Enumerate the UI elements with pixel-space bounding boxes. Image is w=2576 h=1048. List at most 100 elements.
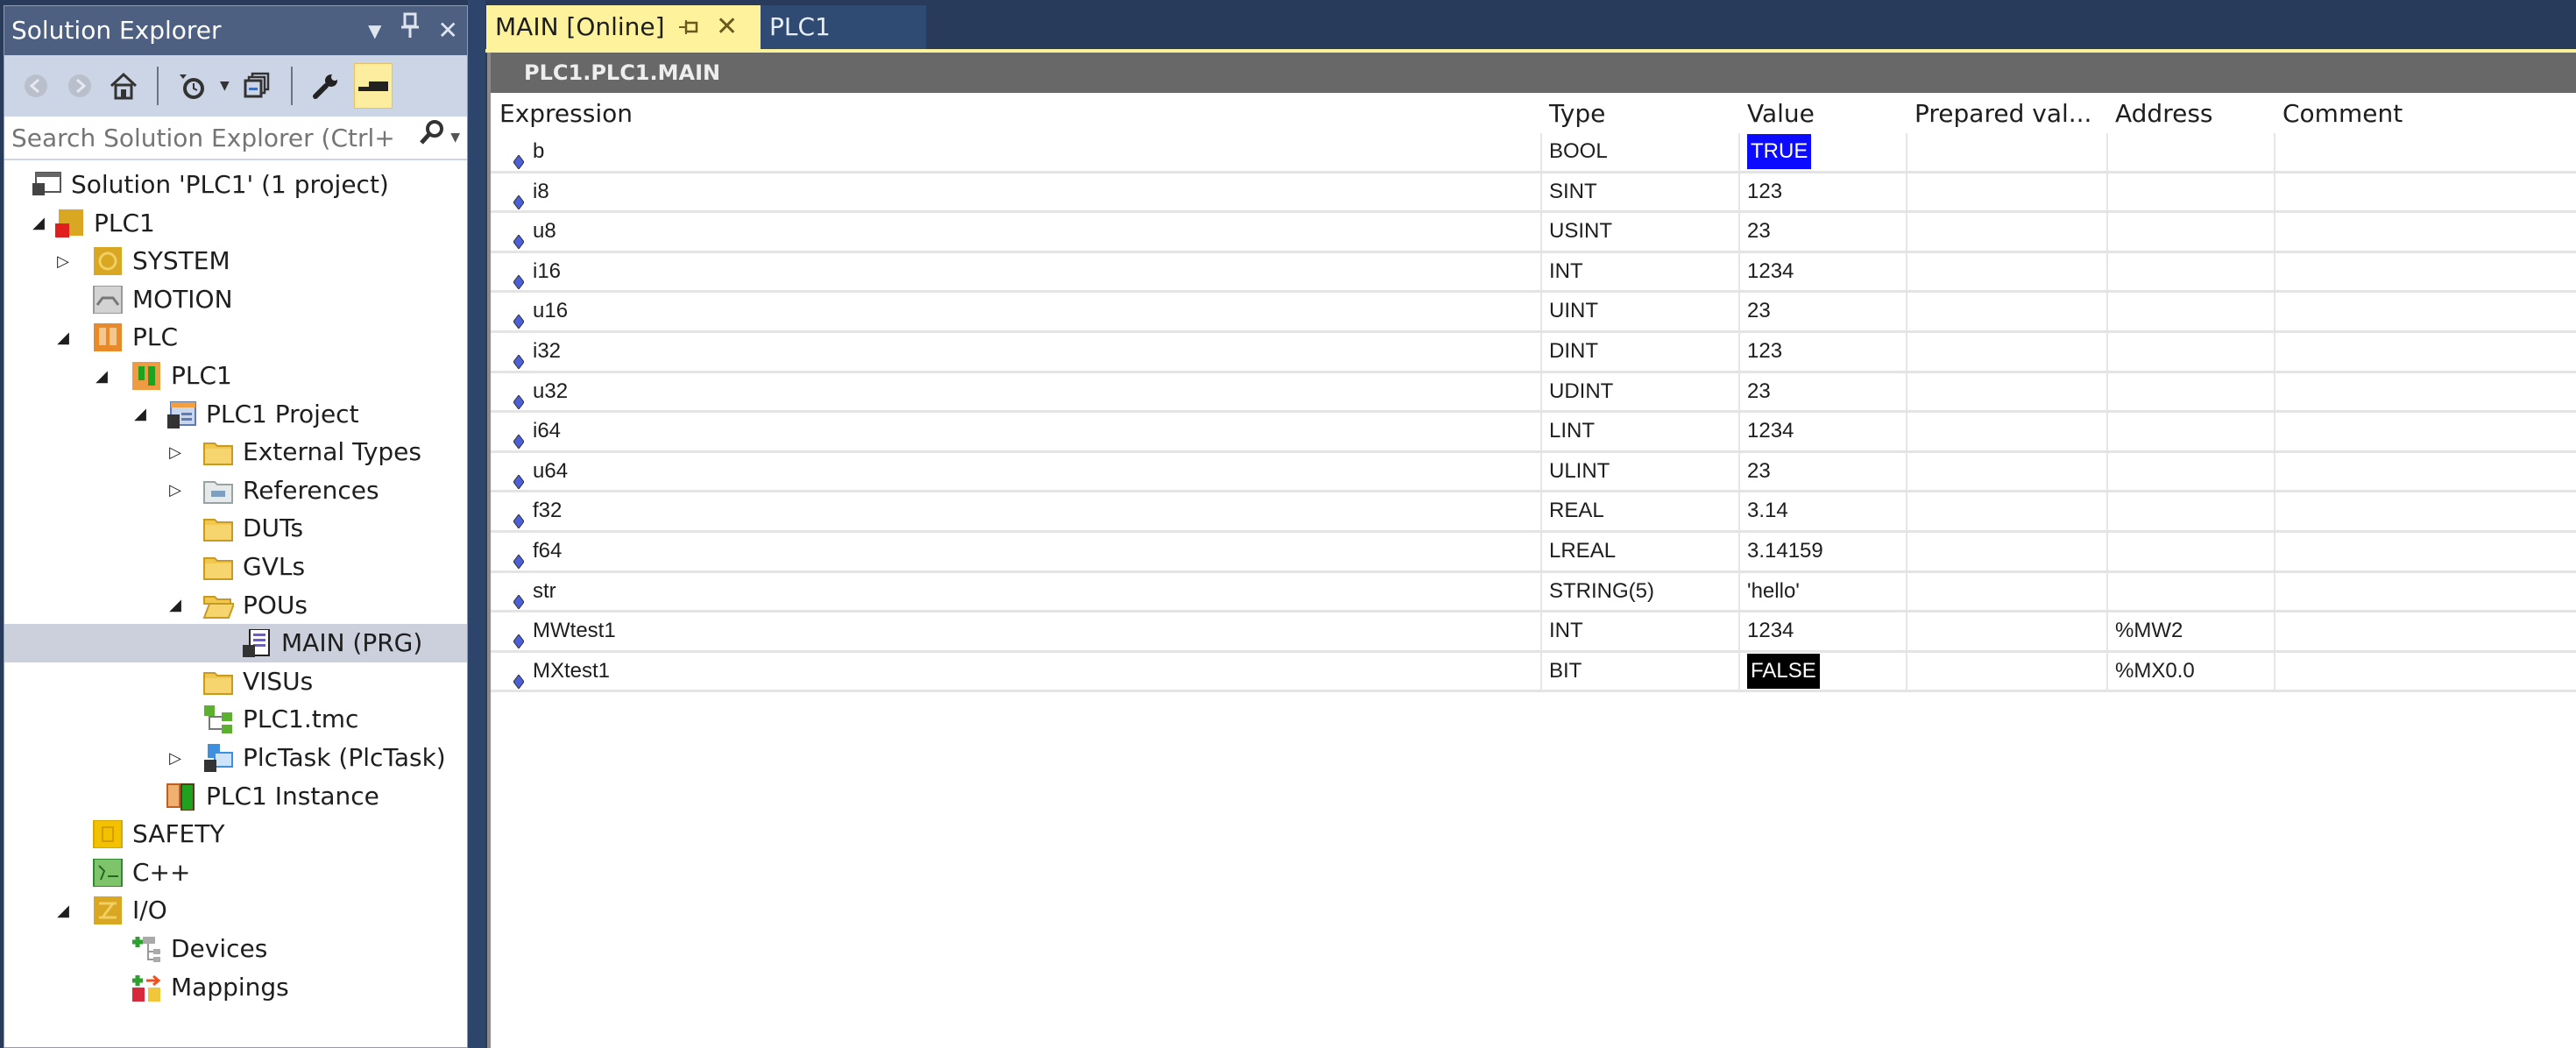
tree-item[interactable]: MAIN (PRG) — [4, 624, 467, 663]
column-header-prepared-value[interactable]: Prepared val... — [1906, 95, 2106, 133]
search-options-dropdown-icon[interactable]: ▼ — [450, 117, 460, 159]
cell-comment — [2274, 413, 2576, 450]
column-header-expression[interactable]: Expression — [491, 95, 1540, 133]
table-row[interactable]: str STRING(5) 'hello' — [491, 572, 2576, 613]
expanded-arrow-icon[interactable]: ◢ — [166, 586, 185, 625]
tree-item[interactable]: Solution 'PLC1' (1 project) — [4, 166, 467, 204]
tree-item[interactable]: SAFETY — [4, 815, 467, 853]
tree-item[interactable]: Mappings — [4, 968, 467, 1007]
table-row[interactable]: u8 USINT 23 — [491, 213, 2576, 253]
tree-item[interactable]: ◢ POUs — [4, 586, 467, 625]
tree-item[interactable]: GVLs — [4, 548, 467, 586]
cell-prepared-value[interactable] — [1906, 613, 2106, 650]
cell-expression-text: i32 — [533, 339, 562, 363]
table-row[interactable]: i32 DINT 123 — [491, 333, 2576, 373]
tree-item-label: External Types — [243, 437, 421, 467]
search-input[interactable] — [11, 117, 397, 159]
tree-item[interactable]: C++ — [4, 853, 467, 892]
column-header-comment[interactable]: Comment — [2274, 95, 2576, 133]
tree-item[interactable]: DUTs — [4, 509, 467, 548]
tree-item[interactable]: ◢ PLC — [4, 318, 467, 357]
expanded-arrow-icon[interactable]: ◢ — [131, 395, 150, 434]
close-icon[interactable]: ✕ — [438, 6, 458, 55]
tree-item[interactable]: ▷ External Types — [4, 433, 467, 471]
cell-prepared-value[interactable] — [1906, 133, 2106, 171]
cell-prepared-value[interactable] — [1906, 452, 2106, 491]
close-tab-icon[interactable]: ✕ — [716, 5, 738, 49]
collapsed-arrow-icon[interactable]: ▷ — [166, 471, 185, 510]
cell-prepared-value[interactable] — [1906, 533, 2106, 570]
collapsed-arrow-icon[interactable]: ▷ — [166, 739, 185, 777]
cell-type: DINT — [1540, 333, 1738, 371]
cell-prepared-value[interactable] — [1906, 652, 2106, 690]
cell-prepared-value[interactable] — [1906, 213, 2106, 251]
search-icon[interactable] — [419, 117, 445, 159]
collapsed-arrow-icon[interactable]: ▷ — [53, 242, 73, 280]
home-button[interactable] — [108, 70, 139, 102]
tree-item[interactable]: ▷ References — [4, 471, 467, 510]
tree-item[interactable]: ▷ PlcTask (PlcTask) — [4, 739, 467, 777]
expanded-arrow-icon[interactable]: ◢ — [53, 891, 73, 930]
preview-selected-items-button[interactable] — [353, 63, 393, 109]
properties-button[interactable] — [310, 70, 342, 102]
forward-button[interactable] — [64, 70, 96, 102]
tree-item[interactable]: PLC1 Instance — [4, 777, 467, 816]
cell-prepared-value[interactable] — [1906, 252, 2106, 291]
tree-item[interactable]: ◢ PLC1 — [4, 357, 467, 395]
tree-item[interactable]: ◢ PLC1 — [4, 204, 467, 243]
collapse-all-button[interactable] — [242, 70, 273, 102]
table-row[interactable]: MWtest1 INT 1234 %MW2 — [491, 613, 2576, 653]
cell-value-text: 1234 — [1747, 619, 1794, 643]
tree-item[interactable]: Devices — [4, 930, 467, 968]
cell-expression-text: MWtest1 — [533, 619, 616, 643]
tree-item[interactable]: ▷ SYSTEM — [4, 242, 467, 280]
instance-path-bar: PLC1.PLC1.MAIN — [491, 53, 2576, 93]
expanded-arrow-icon[interactable]: ◢ — [92, 357, 111, 395]
table-row[interactable]: MXtest1 BIT FALSE %MX0.0 — [491, 652, 2576, 693]
column-header-value[interactable]: Value — [1738, 95, 1906, 133]
back-button[interactable] — [20, 70, 52, 102]
table-row[interactable]: f64 LREAL 3.14159 — [491, 533, 2576, 573]
collapsed-arrow-icon[interactable]: ▷ — [166, 433, 185, 471]
table-row[interactable]: u32 UDINT 23 — [491, 372, 2576, 414]
tab-plc1[interactable]: PLC1 — [761, 5, 926, 49]
table-row[interactable]: u64 ULINT 23 — [491, 452, 2576, 493]
cell-prepared-value[interactable] — [1906, 413, 2106, 450]
cell-prepared-value[interactable] — [1906, 372, 2106, 411]
window-position-dropdown-icon[interactable]: ▼ — [368, 6, 381, 55]
cell-value: 3.14 — [1738, 492, 1906, 530]
panel-splitter[interactable] — [468, 0, 485, 1048]
tree-item[interactable]: VISUs — [4, 662, 467, 701]
table-row[interactable]: f32 REAL 3.14 — [491, 492, 2576, 533]
cell-prepared-value[interactable] — [1906, 572, 2106, 611]
column-header-address[interactable]: Address — [2106, 95, 2274, 133]
tab-main-online[interactable]: MAIN [Online] ✕ — [486, 5, 761, 49]
dropdown-arrow-icon[interactable]: ▼ — [220, 79, 230, 93]
expanded-arrow-icon[interactable]: ◢ — [53, 318, 73, 357]
column-header-type[interactable]: Type — [1540, 95, 1738, 133]
tree-item[interactable]: ◢ I/O — [4, 891, 467, 930]
cell-prepared-value[interactable] — [1906, 333, 2106, 371]
table-row[interactable]: i16 INT 1234 — [491, 252, 2576, 294]
expanded-arrow-icon[interactable]: ◢ — [29, 204, 48, 243]
cell-prepared-value[interactable] — [1906, 293, 2106, 330]
cell-prepared-value[interactable] — [1906, 173, 2106, 211]
tree-item[interactable]: PLC1.tmc — [4, 700, 467, 739]
tree-item[interactable]: ◢ PLC1 Project — [4, 395, 467, 434]
pending-changes-filter-button[interactable] — [176, 70, 208, 102]
cell-value-text: 3.14 — [1747, 499, 1788, 523]
table-row[interactable]: i8 SINT 123 — [491, 173, 2576, 214]
tree-item-label: PLC1 — [171, 361, 232, 390]
table-row[interactable]: b BOOL TRUE — [491, 133, 2576, 173]
cell-expression-text: MXtest1 — [533, 658, 611, 683]
cell-address — [2106, 572, 2274, 611]
cell-type: LREAL — [1540, 533, 1738, 570]
solution-explorer-panel: Solution Explorer ▼ ✕ ▼ Search Solution … — [4, 5, 468, 1048]
cell-comment — [2274, 213, 2576, 251]
cell-prepared-value[interactable] — [1906, 492, 2106, 530]
tree-item[interactable]: MOTION — [4, 280, 467, 319]
table-row[interactable]: i64 LINT 1234 — [491, 413, 2576, 453]
table-row[interactable]: u16 UINT 23 — [491, 293, 2576, 333]
cell-value: FALSE — [1738, 652, 1906, 690]
pin-icon[interactable] — [400, 6, 419, 55]
